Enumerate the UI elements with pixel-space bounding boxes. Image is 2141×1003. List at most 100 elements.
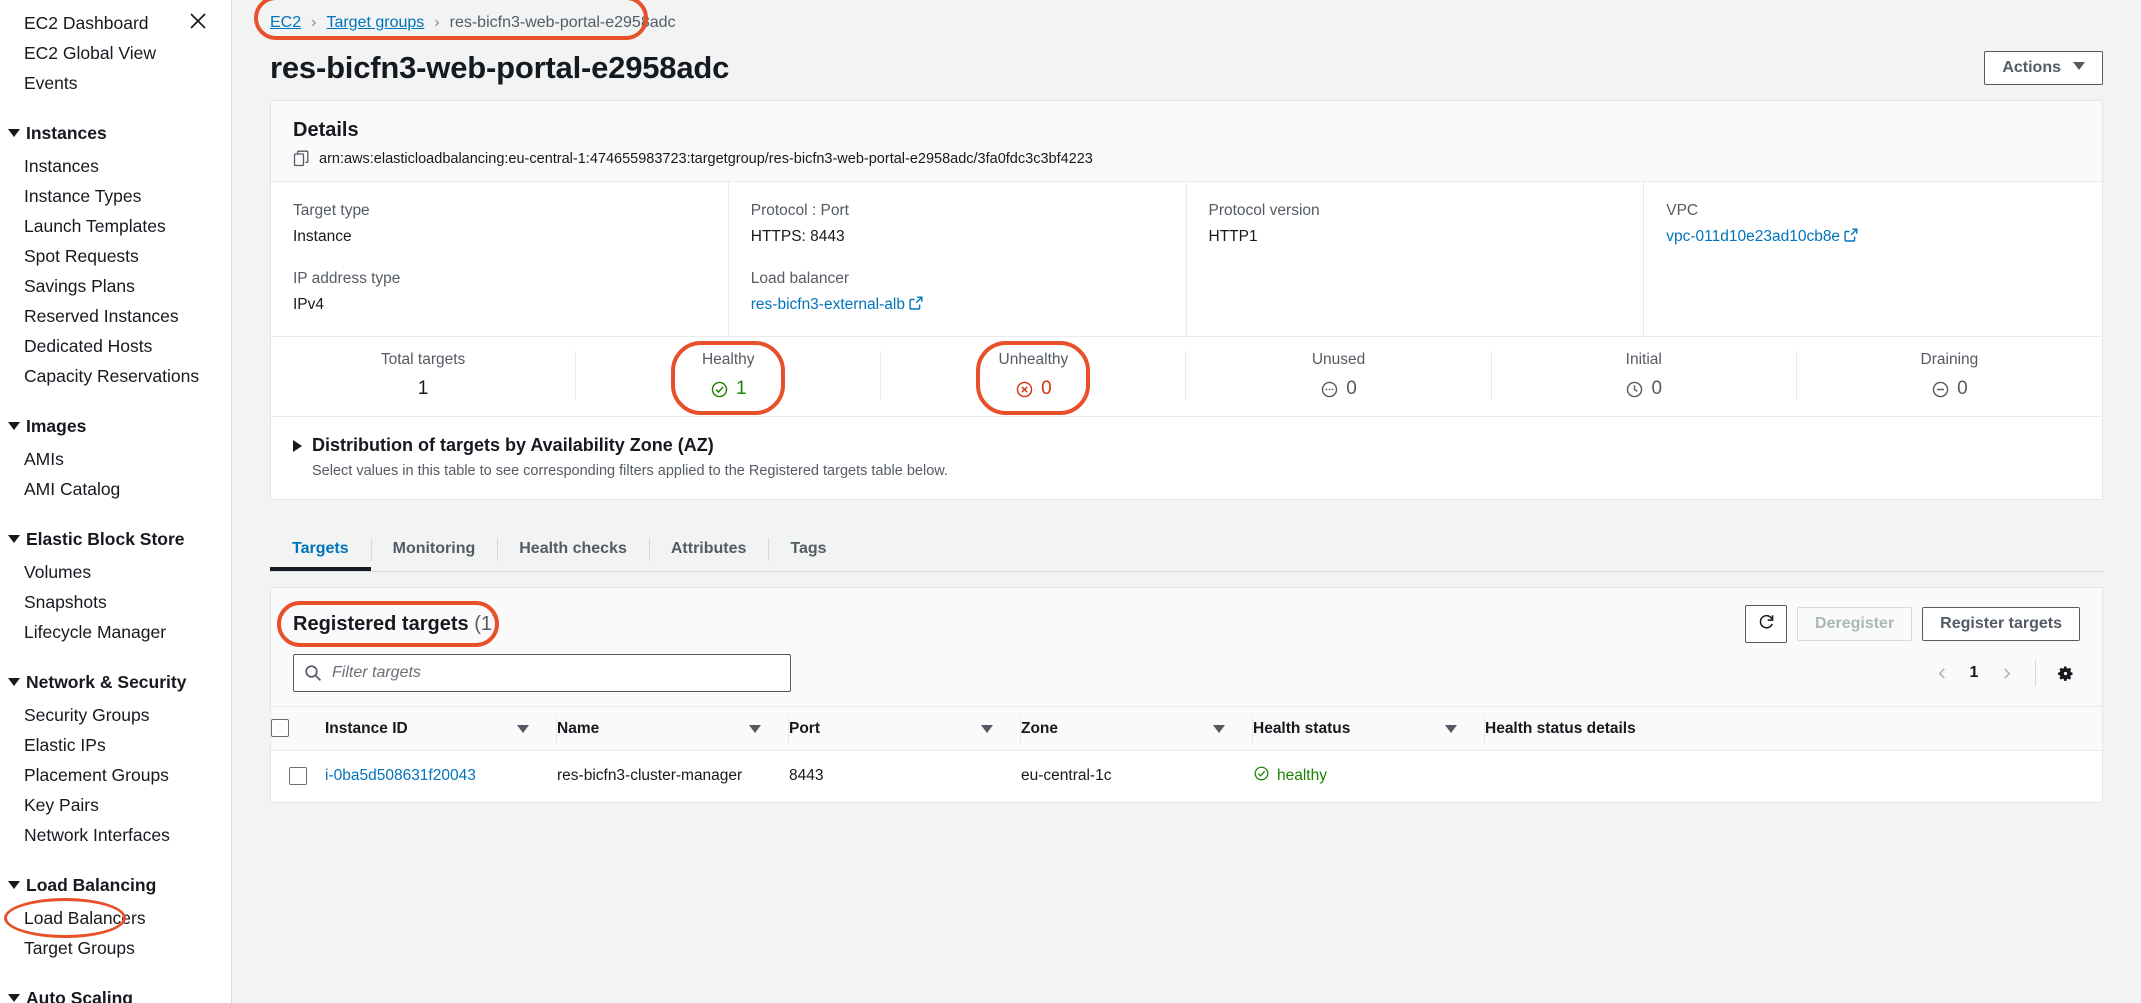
chevron-right-icon	[293, 440, 302, 452]
sidebar-item-savings-plans[interactable]: Savings Plans	[0, 271, 231, 301]
gear-icon[interactable]	[2050, 658, 2080, 688]
registered-targets-title-text: Registered targets	[293, 613, 469, 635]
sidebar-item-placement-groups[interactable]: Placement Groups	[0, 760, 231, 790]
column-header-instance-id[interactable]: Instance ID	[325, 707, 557, 751]
row-checkbox[interactable]	[289, 767, 307, 785]
sidebar-link-ec2-global-view[interactable]: EC2 Global View	[0, 38, 231, 68]
sidebar-link-events[interactable]: Events	[0, 68, 231, 98]
metric-label: Initial	[1492, 351, 1796, 369]
chevron-left-icon[interactable]	[1927, 658, 1957, 688]
sidebar-item-key-pairs[interactable]: Key Pairs	[0, 790, 231, 820]
details-title: Details	[293, 119, 2080, 142]
sidebar-item-elastic-ips[interactable]: Elastic IPs	[0, 730, 231, 760]
sidebar-section-instances[interactable]: Instances	[0, 118, 231, 148]
detail-label: Target type	[293, 202, 706, 220]
detail-value: Instance	[293, 228, 706, 246]
sidebar-section-images[interactable]: Images	[0, 411, 231, 441]
metric-value: 0	[1957, 378, 1968, 400]
sidebar-item-lifecycle-manager[interactable]: Lifecycle Manager	[0, 617, 231, 647]
sort-icon[interactable]	[517, 725, 529, 733]
instance-id-link[interactable]: i-0ba5d508631f20043	[325, 767, 476, 784]
sidebar-item-ami-catalog[interactable]: AMI Catalog	[0, 474, 231, 504]
metric-value: 1	[736, 378, 747, 400]
sidebar-item-load-balancers[interactable]: Load Balancers	[0, 903, 231, 933]
tab-tags[interactable]: Tags	[768, 528, 848, 571]
detail-value: vpc-011d10e23ad10cb8e	[1666, 228, 2080, 246]
sort-icon[interactable]	[1213, 725, 1225, 733]
sidebar-item-snapshots[interactable]: Snapshots	[0, 587, 231, 617]
registered-targets-actions: Deregister Register targets	[1745, 605, 2080, 643]
column-header-zone[interactable]: Zone	[1021, 707, 1253, 751]
sidebar-navigation: EC2 DashboardEC2 Global ViewEvents Insta…	[0, 0, 232, 1003]
sort-icon[interactable]	[981, 725, 993, 733]
sidebar-section-auto-scaling[interactable]: Auto Scaling	[0, 983, 231, 1003]
sidebar-section-label: Elastic Block Store	[26, 524, 185, 554]
az-distribution-section[interactable]: Distribution of targets by Availability …	[271, 416, 2102, 499]
sidebar-item-target-groups[interactable]: Target Groups	[0, 933, 231, 963]
sidebar-item-spot-requests[interactable]: Spot Requests	[0, 241, 231, 271]
detail-link[interactable]: vpc-011d10e23ad10cb8e	[1666, 228, 1840, 245]
register-targets-button[interactable]: Register targets	[1922, 607, 2080, 641]
cell-instance-id: i-0ba5d508631f20043	[325, 751, 557, 802]
table-row[interactable]: i-0ba5d508631f20043 res-bicfn3-cluster-ma…	[271, 751, 2102, 802]
check-circle-icon	[1253, 765, 1270, 787]
sidebar-item-instances[interactable]: Instances	[0, 151, 231, 181]
column-header-label: Port	[789, 720, 820, 738]
sort-icon[interactable]	[749, 725, 761, 733]
tab-health-checks[interactable]: Health checks	[497, 528, 649, 571]
search-wrapper	[293, 654, 791, 692]
close-icon[interactable]	[187, 10, 209, 32]
sidebar-section-load-balancing[interactable]: Load Balancing	[0, 870, 231, 900]
column-header-port[interactable]: Port	[789, 707, 1021, 751]
breadcrumb-item-0[interactable]: EC2	[270, 14, 301, 32]
detail-label: Load balancer	[751, 270, 1164, 288]
detail-value: HTTP1	[1209, 228, 1622, 246]
sidebar-section-elastic-block-store[interactable]: Elastic Block Store	[0, 524, 231, 554]
column-header-label: Health status	[1253, 720, 1350, 738]
details-column-1: Protocol : PortHTTPS: 8443Load balancerr…	[729, 182, 1187, 336]
tab-attributes[interactable]: Attributes	[649, 528, 769, 571]
column-header-health-status-details[interactable]: Health status details	[1485, 707, 2102, 751]
sidebar-section-network-security[interactable]: Network & Security	[0, 667, 231, 697]
actions-button[interactable]: Actions	[1984, 51, 2103, 85]
sidebar-item-volumes[interactable]: Volumes	[0, 557, 231, 587]
column-header-label: Health status details	[1485, 720, 1636, 738]
sidebar-item-dedicated-hosts[interactable]: Dedicated Hosts	[0, 331, 231, 361]
sidebar-item-launch-templates[interactable]: Launch Templates	[0, 211, 231, 241]
arn-text: arn:aws:elasticloadbalancing:eu-central-…	[319, 151, 1093, 167]
az-distribution-header[interactable]: Distribution of targets by Availability …	[293, 435, 2080, 456]
registered-targets-title: Registered targets (1)	[293, 613, 499, 636]
details-column-3: VPCvpc-011d10e23ad10cb8e	[1644, 182, 2102, 336]
az-distribution-subtitle: Select values in this table to see corre…	[312, 463, 2080, 479]
detail-link[interactable]: res-bicfn3-external-alb	[751, 296, 905, 313]
metric-value-wrapper: 0	[1797, 378, 2102, 400]
chevron-down-icon	[8, 535, 20, 543]
tab-monitoring[interactable]: Monitoring	[371, 528, 498, 571]
sort-icon[interactable]	[1445, 725, 1457, 733]
metric-draining: Draining0	[1797, 351, 2102, 400]
column-header-label: Zone	[1021, 720, 1058, 738]
page-number[interactable]: 1	[1961, 664, 1987, 682]
sidebar-item-network-interfaces[interactable]: Network Interfaces	[0, 820, 231, 850]
detail-value: HTTPS: 8443	[751, 228, 1164, 246]
column-header-name[interactable]: Name	[557, 707, 789, 751]
sidebar-item-instance-types[interactable]: Instance Types	[0, 181, 231, 211]
tab-targets[interactable]: Targets	[270, 528, 371, 571]
chevron-right-icon[interactable]	[1991, 658, 2021, 688]
sidebar-item-capacity-reservations[interactable]: Capacity Reservations	[0, 361, 231, 391]
health-metrics-row: Total targets1Healthy1Unhealthy0Unused0I…	[271, 336, 2102, 416]
main-content: EC2›Target groups›res-bicfn3-web-portal-…	[232, 0, 2141, 1003]
cell-name: res-bicfn3-cluster-manager	[557, 751, 789, 802]
select-all-checkbox[interactable]	[271, 719, 289, 737]
copy-icon[interactable]	[293, 150, 310, 167]
search-input[interactable]	[293, 654, 791, 692]
breadcrumb-item-1[interactable]: Target groups	[326, 14, 424, 32]
refresh-button[interactable]	[1745, 605, 1787, 643]
chevron-down-icon	[8, 881, 20, 889]
deregister-button[interactable]: Deregister	[1797, 607, 1912, 641]
column-header-health-status[interactable]: Health status	[1253, 707, 1485, 751]
table-header: Instance IDNamePort Zone Health status Heal…	[271, 707, 2102, 751]
sidebar-item-reserved-instances[interactable]: Reserved Instances	[0, 301, 231, 331]
sidebar-item-security-groups[interactable]: Security Groups	[0, 700, 231, 730]
sidebar-item-amis[interactable]: AMIs	[0, 444, 231, 474]
